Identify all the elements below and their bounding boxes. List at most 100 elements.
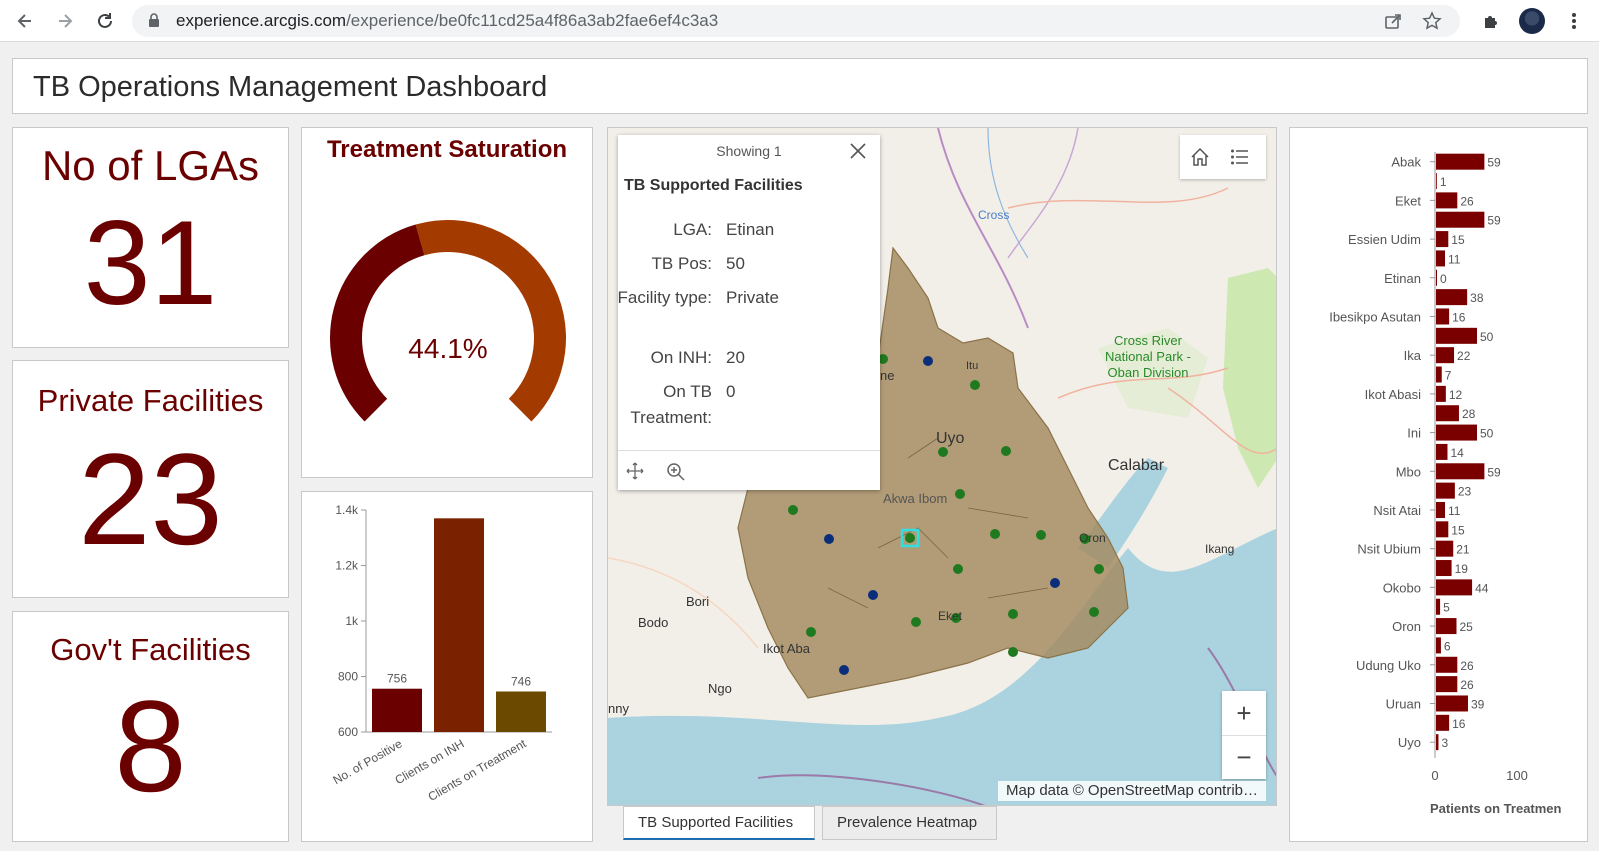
y-tick-label: 1.4k: [335, 503, 359, 517]
category-label: Okobo: [1383, 580, 1421, 595]
bar: [1436, 366, 1442, 383]
bar: [1436, 695, 1468, 712]
bar-value-label: 756: [387, 672, 407, 686]
indicator-private-facilities: Private Facilities 23: [12, 360, 289, 598]
category-label: Mbo: [1396, 464, 1421, 479]
bar: [1436, 598, 1441, 615]
bar: [1436, 153, 1485, 170]
indicator-title: No of LGAs: [41, 142, 260, 189]
bar-value-label: 16: [1452, 310, 1466, 324]
map-view[interactable]: Cross Cross River National Park - Oban D…: [607, 127, 1277, 806]
zoom-in-button[interactable]: +: [1222, 691, 1266, 735]
bar: [1436, 618, 1457, 635]
bar: [1436, 173, 1437, 190]
bar: [1436, 676, 1458, 693]
bar-value-label: 50: [1480, 330, 1494, 344]
zoom-out-button[interactable]: −: [1222, 735, 1266, 779]
close-icon[interactable]: [848, 141, 868, 161]
indicator-title: Gov't Facilities: [50, 632, 251, 667]
menu-kebab-icon[interactable]: [1561, 8, 1587, 34]
bar: [372, 688, 422, 732]
bar: [1436, 347, 1455, 364]
bar: [1436, 443, 1448, 460]
share-icon[interactable]: [1384, 12, 1402, 35]
category-label: Uyo: [1398, 735, 1421, 750]
url-text: experience.arcgis.com/experience/be0fc11…: [176, 11, 719, 30]
category-label: Etinan: [1384, 271, 1421, 286]
bar: [1436, 501, 1446, 518]
gauge-filled-arc: [330, 224, 425, 422]
browser-toolbar: experience.arcgis.com/experience/be0fc11…: [0, 0, 1599, 42]
popup-title: TB Supported Facilities: [624, 177, 803, 194]
map-label-uyo: Uyo: [936, 430, 965, 447]
avatar[interactable]: [1519, 8, 1545, 34]
gauge-chart: 44.1%: [330, 220, 566, 422]
bar-value-label: 5: [1443, 601, 1450, 615]
bar: [1436, 405, 1459, 422]
bar-value-label: 15: [1451, 523, 1465, 537]
indicator-title: Private Facilities: [37, 383, 264, 418]
home-icon[interactable]: [1190, 147, 1210, 172]
map-toolbar: [1180, 135, 1266, 179]
back-icon[interactable]: [12, 8, 38, 34]
popup-footer: [618, 450, 880, 490]
category-label: Abak: [1391, 155, 1421, 170]
zoom-control: + −: [1222, 691, 1266, 779]
bar: [1436, 540, 1454, 557]
bar: [1436, 211, 1485, 228]
forward-icon[interactable]: [52, 8, 78, 34]
bookmark-star-icon[interactable]: [1422, 11, 1442, 36]
bar: [1436, 385, 1446, 402]
bar-value-label: 39: [1471, 697, 1485, 711]
category-label: Oron: [1392, 619, 1421, 634]
legend-list-icon[interactable]: [1230, 147, 1250, 172]
feature-popup: Showing 1 TB Supported Facilities LGA: Et…: [618, 135, 880, 490]
indicator-govt-facilities: Gov't Facilities 8: [12, 611, 289, 842]
map-label-park: Cross River National Park - Oban Divisio…: [1105, 333, 1191, 380]
address-bar[interactable]: experience.arcgis.com/experience/be0fc11…: [132, 5, 1460, 37]
page-title: TB Operations Management Dashboard: [33, 71, 548, 103]
indicator-value: 8: [114, 673, 187, 819]
bar-value-label: 50: [1480, 427, 1494, 441]
category-label: Ikot Abasi: [1365, 387, 1421, 402]
category-label: Ibesikpo Asutan: [1329, 309, 1421, 324]
bar: [1436, 637, 1441, 654]
gauge-panel: Treatment Saturation 44.1%: [301, 127, 593, 478]
bar-chart-panel: 600 800 1k 1.2k 1.4k 756 No. of Positive Client…: [301, 491, 593, 842]
bar-value-label: 26: [1460, 659, 1474, 673]
bar: [1436, 308, 1450, 325]
y-tick-label: 800: [338, 670, 358, 684]
zoom-to-icon[interactable]: [666, 462, 686, 487]
category-label: Essien Udim: [1348, 232, 1421, 247]
bar-value-label: 11: [1448, 252, 1461, 266]
bar: [1436, 231, 1449, 248]
map-label-akwa-ibom: Akwa Ibom: [883, 491, 948, 506]
bar-value-label: 11: [1448, 504, 1461, 518]
bar: [496, 691, 546, 732]
pan-to-icon[interactable]: [626, 462, 644, 485]
y-tick-label: 1.2k: [335, 559, 359, 573]
category-label: Udung Uko: [1356, 658, 1421, 673]
x-tick-label: 0: [1431, 768, 1438, 783]
map-attribution[interactable]: Map data © OpenStreetMap contrib…: [997, 781, 1266, 801]
category-label: Nsit Ubium: [1357, 542, 1421, 557]
bar-value-label: 0: [1440, 272, 1447, 286]
bar: [1436, 579, 1473, 596]
map-label-nny: nny: [608, 701, 629, 716]
map-label-ngo: Ngo: [708, 681, 732, 696]
extensions-icon[interactable]: [1478, 8, 1504, 34]
gauge-remaining-arc: [415, 220, 566, 422]
bar-value-label: 14: [1450, 446, 1464, 460]
horizontal-bar-chart: 59Abak126Eket5915Essien Udim110Etinan381…: [1329, 152, 1562, 816]
map-label-eket: Eket: [938, 609, 963, 623]
tab-prevalence-heatmap[interactable]: Prevalence Heatmap: [822, 806, 997, 840]
bar: [1436, 269, 1437, 286]
reload-icon[interactable]: [92, 8, 118, 34]
y-tick-label: 600: [338, 725, 358, 739]
bar-value-label: 1: [1440, 175, 1447, 189]
x-axis-title: Patients on Treatmen: [1430, 801, 1562, 816]
popup-header: Showing 1: [716, 143, 782, 159]
bar-value-label: 28: [1462, 407, 1476, 421]
category-label: Eket: [1395, 193, 1421, 208]
tab-tb-supported-facilities[interactable]: TB Supported Facilities: [623, 806, 815, 840]
